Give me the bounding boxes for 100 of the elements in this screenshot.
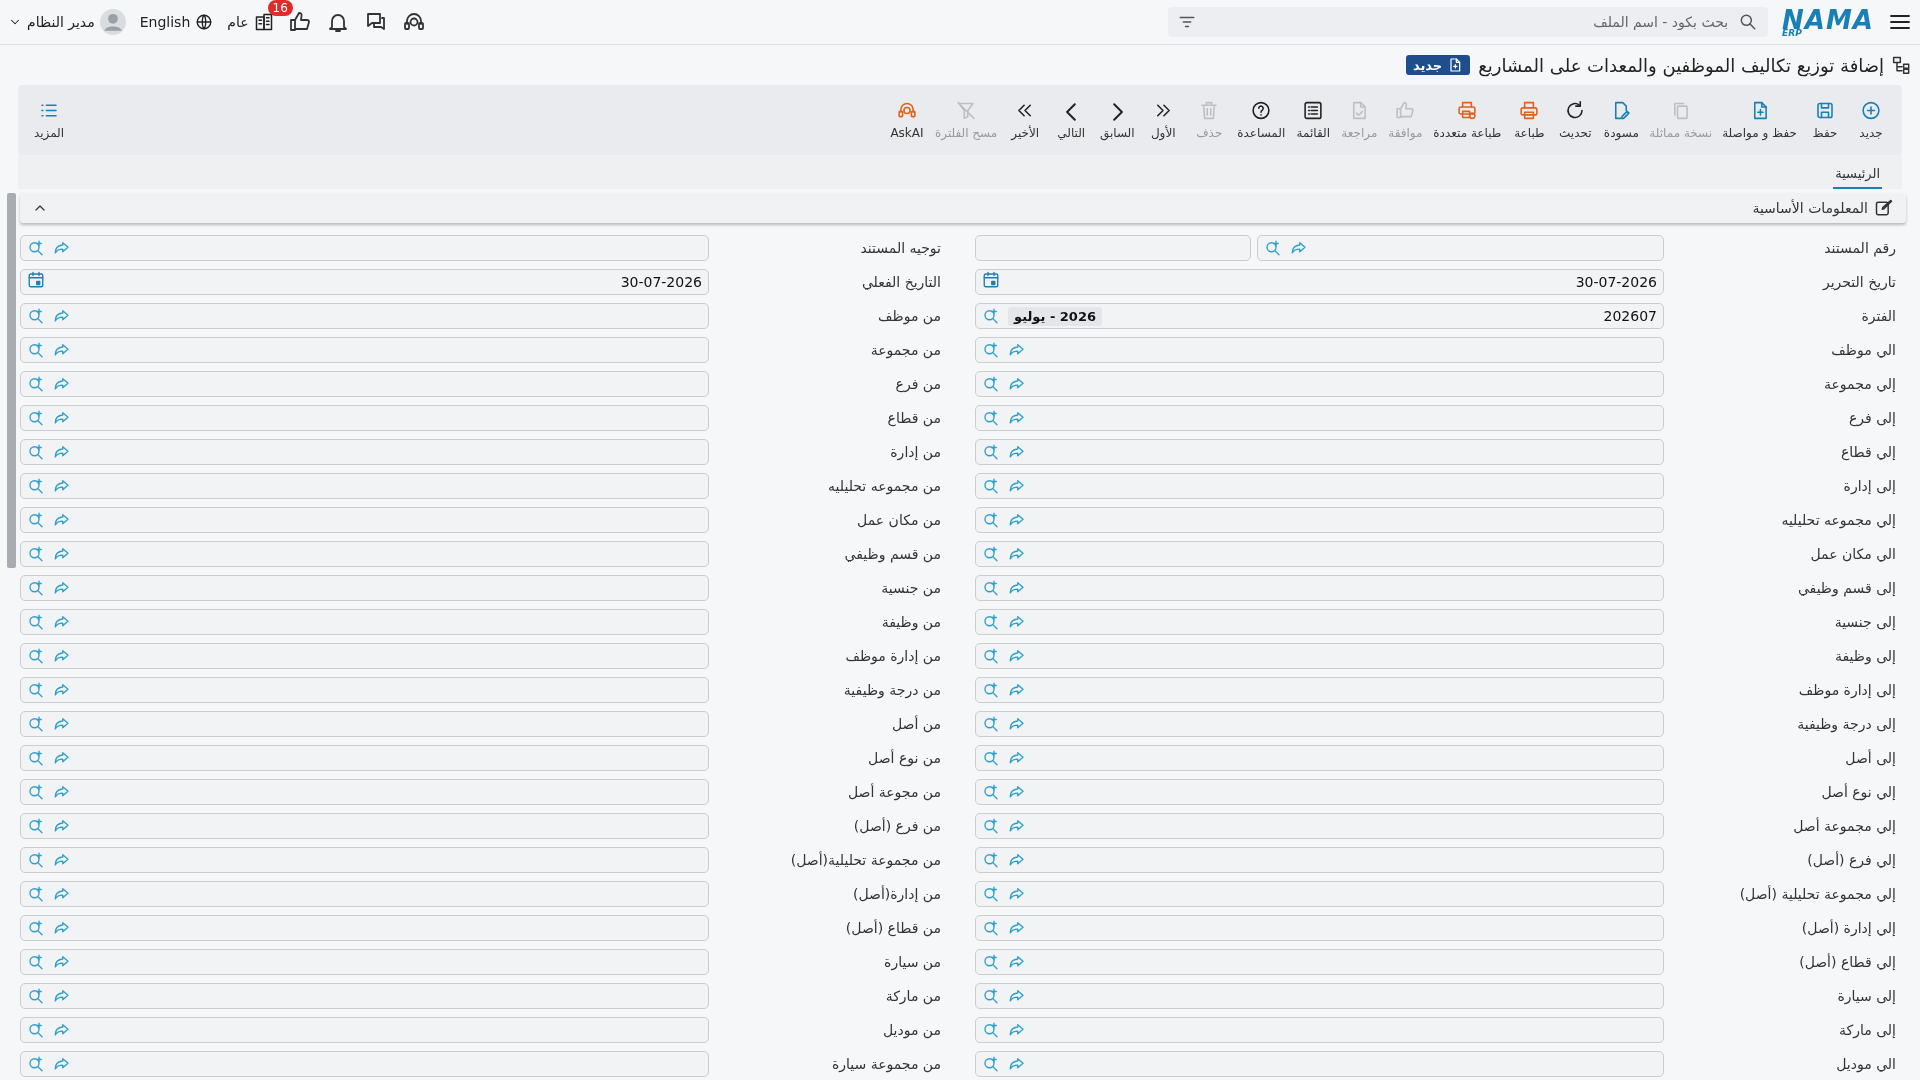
- share-icon: [53, 953, 71, 971]
- search-plus-icon: [982, 613, 1000, 631]
- lookup-field[interactable]: [975, 983, 1664, 1009]
- share-icon: [1008, 953, 1026, 971]
- lookup-field[interactable]: [975, 643, 1664, 669]
- lookup-field[interactable]: [20, 235, 709, 261]
- lookup-field[interactable]: [20, 711, 709, 737]
- date-field[interactable]: 30-07-2026: [20, 269, 709, 295]
- field-label: من ماركة: [884, 988, 942, 1004]
- lookup-field[interactable]: [20, 983, 709, 1009]
- search-field[interactable]: بحث بكود - اسم الملف: [1168, 7, 1769, 37]
- chevron-right-button[interactable]: السابق: [1094, 94, 1141, 146]
- section-title: المعلومات الأساسية: [1752, 200, 1868, 216]
- lookup-field[interactable]: [975, 915, 1664, 941]
- lookup-field[interactable]: [975, 779, 1664, 805]
- lookup-field[interactable]: [975, 473, 1664, 499]
- share-icon: [53, 885, 71, 903]
- lookup-field[interactable]: [975, 949, 1664, 975]
- lookup-field[interactable]: [20, 949, 709, 975]
- lookup-field[interactable]: [975, 337, 1664, 363]
- document-plus-button[interactable]: حفظ و مواصلة: [1717, 94, 1802, 146]
- language-selector[interactable]: English: [139, 13, 214, 31]
- lookup-field[interactable]: [975, 1051, 1664, 1077]
- lookup-field[interactable]: [20, 643, 709, 669]
- edit-document-button[interactable]: مسودة: [1598, 94, 1645, 146]
- lookup-field[interactable]: [975, 609, 1664, 635]
- search-plus-icon: [982, 783, 1000, 801]
- lookup-field[interactable]: [975, 813, 1664, 839]
- scrollbar[interactable]: [7, 193, 16, 568]
- search-plus-icon: [27, 715, 45, 733]
- lookup-field[interactable]: [20, 337, 709, 363]
- lookup-field[interactable]: [975, 677, 1664, 703]
- field-label: إلي نوع أصل: [1820, 784, 1897, 800]
- search-plus-icon: [982, 443, 1000, 461]
- double-chevron-button[interactable]: الأخير: [1002, 94, 1049, 146]
- lookup-field[interactable]: [20, 1017, 709, 1043]
- list-button[interactable]: القائمة: [1290, 94, 1337, 146]
- field-label: إلى أصل: [1844, 750, 1897, 766]
- ai-headset-button[interactable]: AskAI: [883, 94, 930, 146]
- lookup-field[interactable]: [1256, 235, 1664, 261]
- lookup-field[interactable]: [20, 303, 709, 329]
- lookup-field[interactable]: [20, 915, 709, 941]
- period-chip: 2026 - يوليو: [1008, 306, 1102, 326]
- input-field[interactable]: [975, 235, 1251, 261]
- lookup-field[interactable]: [20, 541, 709, 567]
- lookup-field[interactable]: [20, 371, 709, 397]
- lookup-field[interactable]: [975, 575, 1664, 601]
- printer-button[interactable]: طباعة: [1506, 94, 1553, 146]
- lookup-field[interactable]: [975, 405, 1664, 431]
- share-icon: [53, 511, 71, 529]
- search-plus-icon: [982, 817, 1000, 835]
- lookup-field[interactable]: [975, 507, 1664, 533]
- field-label: إلى قسم وظيفي: [1796, 580, 1897, 596]
- lookup-field[interactable]: [20, 813, 709, 839]
- plus-button[interactable]: جديد: [1848, 94, 1894, 146]
- search-input[interactable]: بحث بكود - اسم الملف: [1204, 13, 1731, 31]
- refresh-button[interactable]: تحديث: [1552, 94, 1599, 146]
- thumbs-up-icon[interactable]: [287, 10, 312, 34]
- lookup-field[interactable]: [20, 1051, 709, 1077]
- field-label: من فرع (أصل): [852, 818, 942, 834]
- more-button[interactable]: المزيد: [26, 94, 72, 146]
- lookup-field[interactable]: [975, 881, 1664, 907]
- lookup-field[interactable]: [975, 439, 1664, 465]
- tab[interactable]: الرئيسية: [1833, 160, 1882, 189]
- lookup-field[interactable]: [20, 745, 709, 771]
- search-plus-icon: [982, 647, 1000, 665]
- help-button[interactable]: المساعدة: [1232, 94, 1291, 146]
- field-label: إلى وظيفة: [1834, 648, 1897, 664]
- lookup-field[interactable]: [20, 405, 709, 431]
- lookup-field[interactable]: [975, 711, 1664, 737]
- lookup-field[interactable]: [20, 507, 709, 533]
- lookup-field[interactable]: [20, 575, 709, 601]
- share-icon: [1008, 681, 1026, 699]
- double-chevron-button[interactable]: الأول: [1140, 94, 1187, 146]
- search-plus-icon: [27, 681, 45, 699]
- lookup-field[interactable]: [20, 779, 709, 805]
- field-label: رقم المستند: [1823, 240, 1897, 256]
- field-label: إلى سيارة: [1836, 988, 1897, 1004]
- calendar-icon: [982, 271, 1000, 289]
- search-plus-icon: [982, 749, 1000, 767]
- field-label: من نوع أصل: [867, 750, 942, 766]
- lookup-field[interactable]: [20, 881, 709, 907]
- field-label: إلى إدارة: [1842, 478, 1897, 494]
- printer-stack-button[interactable]: طباعة متعددة: [1428, 94, 1507, 146]
- date-field[interactable]: 30-07-2026: [975, 269, 1664, 295]
- lookup-field[interactable]: [975, 541, 1664, 567]
- lookup-field[interactable]: [975, 371, 1664, 397]
- lookup-field[interactable]: [975, 1017, 1664, 1043]
- lookup-field[interactable]: [20, 439, 709, 465]
- chevron-left-button[interactable]: التالي: [1048, 94, 1095, 146]
- lookup-field[interactable]: [975, 745, 1664, 771]
- lookup-field[interactable]: [20, 847, 709, 873]
- lookup-field[interactable]: [975, 847, 1664, 873]
- user-menu[interactable]: مدير النظام: [8, 9, 126, 35]
- share-icon: [1008, 443, 1026, 461]
- lookup-field[interactable]: [20, 473, 709, 499]
- share-icon: [1008, 375, 1026, 393]
- save-button[interactable]: حفظ: [1802, 94, 1848, 146]
- lookup-field[interactable]: [20, 677, 709, 703]
- lookup-field[interactable]: [20, 609, 709, 635]
